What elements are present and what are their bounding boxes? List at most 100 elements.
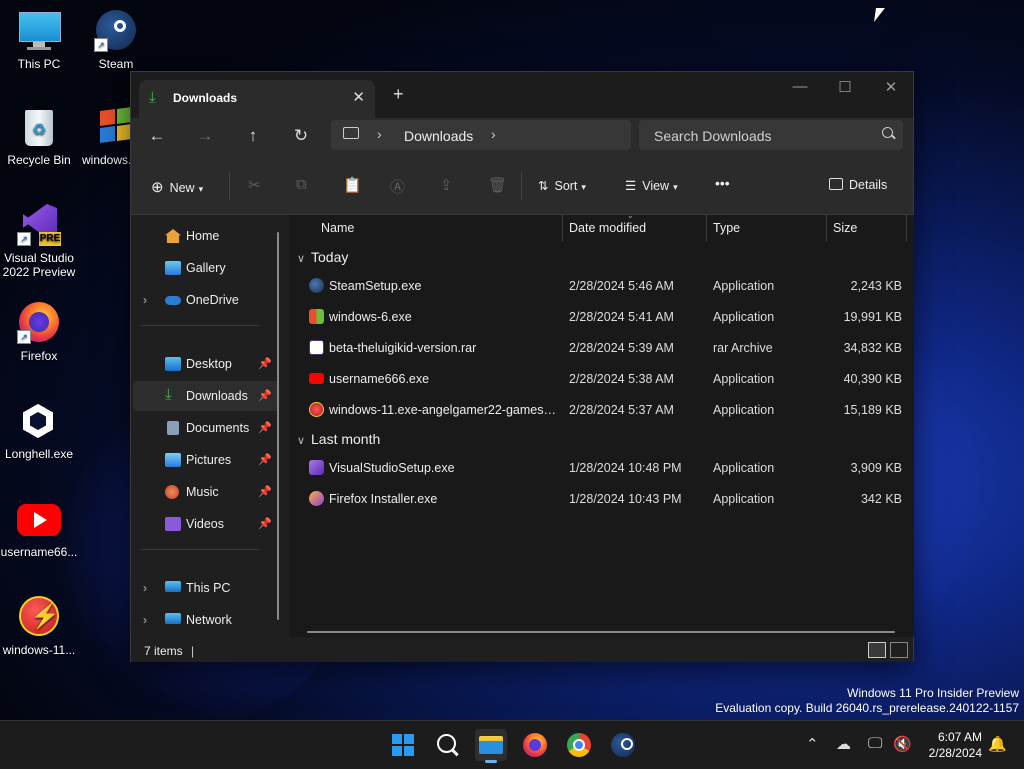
nav-item-desktop[interactable]: Desktop 📌	[133, 349, 278, 379]
column-header-name[interactable]: Name	[321, 221, 354, 247]
desktop-icon-visual-studio-preview[interactable]: PRE ↗ Visual Studio 2022 Preview	[0, 204, 79, 279]
chevron-right-icon[interactable]: ›	[377, 126, 382, 142]
file-row[interactable]: username666.exe 2/28/2024 5:38 AM Applic…	[297, 364, 902, 395]
nav-scrollbar[interactable]	[277, 232, 279, 620]
breadcrumb[interactable]: Downloads	[404, 128, 473, 144]
firefox-icon[interactable]	[519, 729, 551, 761]
new-button[interactable]: ⊕ New ▾	[151, 178, 203, 196]
notification-bell-icon[interactable]: 🔔	[988, 735, 1007, 753]
column-header-type[interactable]: Type	[713, 221, 740, 247]
view-button[interactable]: ☰ View ▾	[625, 178, 678, 193]
recycle-bin-icon: ♻	[17, 106, 61, 150]
separator	[706, 215, 707, 241]
column-header-size[interactable]: Size	[833, 221, 857, 247]
onedrive-cloud-icon[interactable]: ☁	[836, 735, 851, 753]
clock[interactable]: 6:07 AM 2/28/2024	[929, 729, 982, 761]
minimize-button[interactable]: —	[777, 78, 823, 95]
desktop-icon-steam[interactable]: ↗ Steam	[76, 10, 156, 71]
windows-flag-icon	[309, 309, 324, 324]
desktop-icon-firefox[interactable]: ↗ Firefox	[0, 302, 79, 363]
nav-item-music[interactable]: Music 📌	[133, 477, 278, 507]
nav-item-pictures[interactable]: Pictures 📌	[133, 445, 278, 475]
desktop-icon-label: Firefox	[20, 349, 58, 363]
pin-icon: 📌	[258, 358, 272, 370]
download-arrow-icon: ⤓	[149, 89, 156, 106]
chevron-up-icon[interactable]: ⌃	[806, 735, 819, 753]
tiles-view-button[interactable]	[890, 642, 908, 658]
file-explorer-icon[interactable]	[475, 729, 507, 763]
sort-button[interactable]: ⇅ Sort ▾	[538, 178, 586, 193]
firefox-icon	[309, 491, 324, 506]
file-row[interactable]: windows-11.exe-angelgamer22-games-e... 2…	[297, 395, 902, 426]
nav-item-home[interactable]: Home	[133, 221, 278, 251]
forward-button[interactable]: →	[190, 126, 220, 146]
desktop-icon-longhell[interactable]: Longhell.exe	[0, 400, 79, 461]
youtube-icon	[309, 373, 324, 384]
search-input[interactable]: Search Downloads	[639, 120, 903, 150]
desktop-icon-recycle-bin[interactable]: ♻ Recycle Bin	[0, 106, 79, 167]
chevron-right-icon[interactable]: ›	[491, 126, 496, 142]
details-button[interactable]: Details	[829, 178, 887, 192]
cut-icon[interactable]: ✂	[248, 176, 261, 194]
details-pane-icon	[829, 178, 843, 190]
new-tab-button[interactable]: +	[393, 84, 404, 105]
nav-item-videos[interactable]: Videos 📌	[133, 509, 278, 539]
close-window-button[interactable]: ✕	[868, 78, 914, 96]
back-button[interactable]: ←	[142, 126, 172, 146]
nav-item-downloads[interactable]: ⤓ Downloads 📌	[133, 381, 278, 411]
desktop-icon-windows-11[interactable]: ⚡ windows-11...	[0, 596, 79, 657]
tab-downloads[interactable]: ⤓ Downloads ✕	[139, 80, 375, 118]
pin-icon: 📌	[258, 454, 272, 466]
desktop-icon-this-pc[interactable]: This PC	[0, 10, 79, 71]
chrome-icon[interactable]	[563, 729, 595, 761]
search-icon[interactable]	[431, 729, 463, 761]
pin-icon: 📌	[258, 422, 272, 434]
network-icon[interactable]: 🖵	[868, 735, 882, 752]
close-tab-icon[interactable]: ✕	[352, 88, 365, 106]
column-header-date-modified[interactable]: Date modified	[569, 221, 646, 247]
horizontal-scrollbar[interactable]	[307, 631, 895, 633]
paste-icon[interactable]: 📋	[343, 176, 362, 194]
music-icon	[165, 485, 179, 499]
chevron-right-icon[interactable]: ›	[143, 581, 147, 595]
share-icon[interactable]: ⇪	[440, 176, 453, 194]
maximize-button[interactable]: ☐	[822, 78, 868, 96]
address-bar[interactable]: › Downloads ›	[331, 120, 631, 150]
more-options-button[interactable]: •••	[715, 175, 730, 191]
monitor-icon	[17, 10, 61, 54]
file-row[interactable]: Firefox Installer.exe 1/28/2024 10:43 PM…	[297, 484, 902, 515]
desktop-icon-label: This PC	[17, 57, 61, 71]
visual-studio-preview-icon: PRE ↗	[17, 204, 61, 248]
steam-icon[interactable]	[607, 729, 639, 761]
text-cursor: |	[191, 644, 195, 658]
file-row[interactable]: beta-theluigikid-version.rar 2/28/2024 5…	[297, 333, 902, 364]
chevron-right-icon[interactable]: ›	[143, 613, 147, 627]
lightning-bolt-icon: ⚡	[17, 596, 61, 640]
volume-muted-icon[interactable]: 🔇	[893, 735, 912, 753]
nav-item-this-pc[interactable]: › This PC	[133, 573, 278, 603]
desktop-icon-username666[interactable]: username66...	[0, 498, 79, 559]
home-icon	[165, 229, 181, 243]
copy-icon[interactable]: ⧉	[296, 176, 307, 193]
nav-item-gallery[interactable]: Gallery	[133, 253, 278, 283]
file-row[interactable]: SteamSetup.exe 2/28/2024 5:46 AM Applica…	[297, 271, 902, 302]
navigation-pane: Home Gallery › OneDrive Desktop 📌 ⤓ Down…	[131, 215, 288, 637]
group-header-last-month[interactable]: ∨ Last month	[297, 431, 380, 447]
refresh-button[interactable]: ↻	[286, 126, 316, 146]
start-icon[interactable]	[387, 729, 419, 761]
file-row[interactable]: VisualStudioSetup.exe 1/28/2024 10:48 PM…	[297, 453, 902, 484]
group-header-today[interactable]: ∨ Today	[297, 249, 348, 265]
nav-item-network[interactable]: › Network	[133, 605, 278, 635]
chevron-right-icon[interactable]: ›	[143, 293, 147, 307]
delete-icon[interactable]: 🗑	[488, 176, 507, 194]
up-button[interactable]: ↑	[238, 126, 268, 146]
firefox-icon: ↗	[17, 302, 61, 346]
details-view-button[interactable]	[868, 642, 886, 658]
nav-item-onedrive[interactable]: › OneDrive	[133, 285, 278, 315]
nav-item-documents[interactable]: Documents 📌	[133, 413, 278, 443]
desktop-icon	[165, 357, 181, 371]
separator	[229, 172, 230, 200]
file-row[interactable]: windows-6.exe 2/28/2024 5:41 AM Applicat…	[297, 302, 902, 333]
desktop-icon-label: Longhell.exe	[4, 447, 74, 461]
rename-icon[interactable]: Ⓐ	[390, 176, 405, 197]
